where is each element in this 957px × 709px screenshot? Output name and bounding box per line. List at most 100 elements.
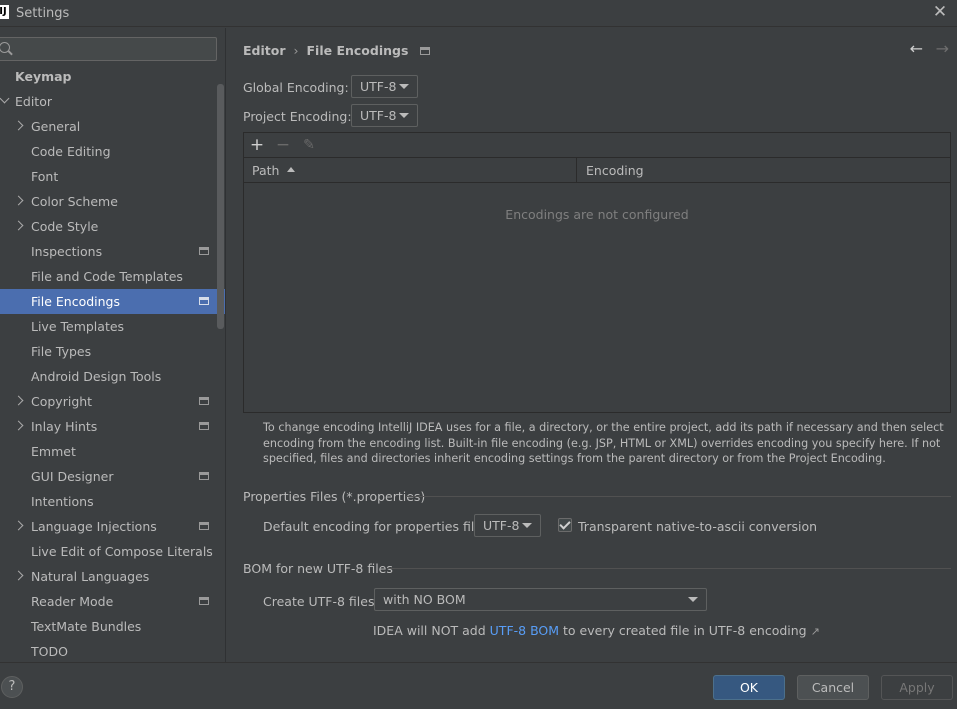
remove-icon[interactable]: −	[273, 135, 293, 155]
sidebar-item-inlay-hints[interactable]: Inlay Hints	[0, 414, 225, 439]
sidebar-item-live-templates[interactable]: Live Templates	[0, 314, 225, 339]
sidebar-item-android-design-tools[interactable]: Android Design Tools	[0, 364, 225, 389]
sidebar-item-general[interactable]: General	[0, 114, 225, 139]
native-to-ascii-checkbox[interactable]	[558, 518, 572, 532]
sidebar-item-gui-designer[interactable]: GUI Designer	[0, 464, 225, 489]
sidebar-item-editor[interactable]: Editor	[0, 89, 225, 114]
project-level-icon	[199, 422, 209, 430]
dropdown-arrow-icon	[522, 523, 532, 528]
project-encoding-value: UTF-8	[360, 108, 397, 123]
sidebar-item-file-encodings[interactable]: File Encodings	[0, 289, 225, 314]
help-button[interactable]: ?	[1, 676, 23, 698]
utf8-bom-link[interactable]: UTF-8 BOM	[490, 623, 559, 638]
bom-section-title: BOM for new UTF-8 files	[243, 561, 393, 576]
breadcrumb-current: File Encodings	[306, 43, 409, 58]
chevron-right-icon[interactable]	[13, 220, 24, 231]
project-level-icon	[199, 247, 209, 255]
create-utf8-value: with NO BOM	[383, 592, 466, 607]
properties-section-title: Properties Files (*.properties)	[243, 489, 426, 504]
dropdown-arrow-icon	[399, 113, 409, 118]
chevron-right-icon[interactable]	[13, 520, 24, 531]
sidebar-item-label: Language Injections	[31, 519, 157, 534]
sidebar-item-live-edit-of-compose-literals[interactable]: Live Edit of Compose Literals	[0, 539, 225, 564]
project-level-icon	[199, 397, 209, 405]
sidebar-item-code-editing[interactable]: Code Editing	[0, 139, 225, 164]
global-encoding-value: UTF-8	[360, 79, 397, 94]
sidebar-item-label: File Types	[31, 344, 92, 359]
help-text: To change encoding IntelliJ IDEA uses fo…	[263, 421, 944, 465]
cancel-button[interactable]: Cancel	[797, 675, 869, 700]
sidebar-item-label: Color Scheme	[31, 194, 118, 209]
sidebar-item-label: Font	[31, 169, 59, 184]
sidebar-item-label: File Encodings	[31, 294, 121, 309]
project-level-icon	[199, 522, 209, 530]
sidebar-item-reader-mode[interactable]: Reader Mode	[0, 589, 225, 614]
sidebar-item-label: Inspections	[31, 244, 103, 259]
column-header-path[interactable]: Path	[244, 158, 577, 183]
breadcrumb-parent[interactable]: Editor	[243, 43, 286, 58]
sidebar-item-code-style[interactable]: Code Style	[0, 214, 225, 239]
sidebar-item-color-scheme[interactable]: Color Scheme	[0, 189, 225, 214]
sidebar-item-label: TODO	[31, 644, 68, 659]
chevron-right-icon[interactable]	[13, 570, 24, 581]
section-divider	[406, 496, 951, 497]
table-header: Path Encoding	[244, 158, 950, 183]
chevron-down-icon[interactable]	[0, 93, 10, 104]
sidebar-item-label: TextMate Bundles	[31, 619, 142, 634]
sidebar-item-label: Inlay Hints	[31, 419, 98, 434]
sidebar-item-label: GUI Designer	[31, 469, 114, 484]
back-arrow-icon[interactable]: ←	[910, 39, 923, 58]
sort-ascending-icon	[287, 167, 296, 172]
create-utf8-select[interactable]: with NO BOM	[374, 588, 707, 611]
sidebar-item-intentions[interactable]: Intentions	[0, 489, 225, 514]
bom-note-suffix: to every created file in UTF-8 encoding	[559, 623, 807, 638]
sidebar-item-label: Intentions	[31, 494, 94, 509]
sidebar-item-keymap[interactable]: Keymap	[0, 64, 225, 89]
sidebar: Keymap Editor General Code Editing Font Color…	[0, 28, 226, 662]
sidebar-item-label: Code Style	[31, 219, 99, 234]
project-level-icon	[199, 597, 209, 605]
sidebar-item-label: File and Code Templates	[31, 269, 183, 284]
dropdown-arrow-icon	[399, 84, 409, 89]
chevron-right-icon[interactable]	[13, 195, 24, 206]
sidebar-item-natural-languages[interactable]: Natural Languages	[0, 564, 225, 589]
global-encoding-select[interactable]: UTF-8	[351, 75, 418, 98]
window-title: Settings	[16, 6, 70, 21]
section-divider	[387, 568, 951, 569]
sidebar-item-emmet[interactable]: Emmet	[0, 439, 225, 464]
settings-tree: Keymap Editor General Code Editing Font Color…	[0, 64, 225, 662]
search-input[interactable]	[0, 37, 217, 61]
properties-encoding-value: UTF-8	[483, 518, 520, 533]
native-to-ascii-label[interactable]: Transparent native-to-ascii conversion	[578, 519, 817, 534]
apply-button[interactable]: Apply	[881, 675, 953, 700]
sidebar-item-label: Natural Languages	[31, 569, 150, 584]
chevron-right-icon[interactable]	[13, 420, 24, 431]
sidebar-item-copyright[interactable]: Copyright	[0, 389, 225, 414]
forward-arrow-icon[interactable]: →	[936, 39, 949, 58]
properties-encoding-select[interactable]: UTF-8	[474, 514, 541, 537]
sidebar-scrollbar[interactable]	[217, 84, 224, 329]
sidebar-item-todo[interactable]: TODO	[0, 639, 225, 662]
ok-button[interactable]: OK	[713, 675, 785, 700]
chevron-right-icon[interactable]	[13, 395, 24, 406]
sidebar-item-inspections[interactable]: Inspections	[0, 239, 225, 264]
search-icon	[0, 42, 10, 53]
properties-default-label: Default encoding for properties files:	[263, 519, 493, 534]
project-level-icon	[199, 472, 209, 480]
sidebar-item-language-injections[interactable]: Language Injections	[0, 514, 225, 539]
bom-note: IDEA will NOT add UTF-8 BOM to every cre…	[373, 623, 820, 638]
project-encoding-label: Project Encoding:	[243, 109, 352, 124]
project-encoding-select[interactable]: UTF-8	[351, 104, 418, 127]
dropdown-arrow-icon	[688, 597, 698, 602]
close-icon[interactable]: ✕	[929, 1, 951, 23]
sidebar-item-file-types[interactable]: File Types	[0, 339, 225, 364]
sidebar-item-textmate-bundles[interactable]: TextMate Bundles	[0, 614, 225, 639]
sidebar-item-file-and-code-templates[interactable]: File and Code Templates	[0, 264, 225, 289]
title-bar: IJ Settings ✕	[0, 0, 957, 27]
column-header-encoding[interactable]: Encoding	[578, 158, 951, 183]
edit-icon[interactable]: ✎	[299, 135, 319, 155]
add-icon[interactable]: +	[247, 135, 267, 155]
sidebar-item-font[interactable]: Font	[0, 164, 225, 189]
sidebar-item-label: Emmet	[31, 444, 76, 459]
chevron-right-icon[interactable]	[13, 120, 24, 131]
